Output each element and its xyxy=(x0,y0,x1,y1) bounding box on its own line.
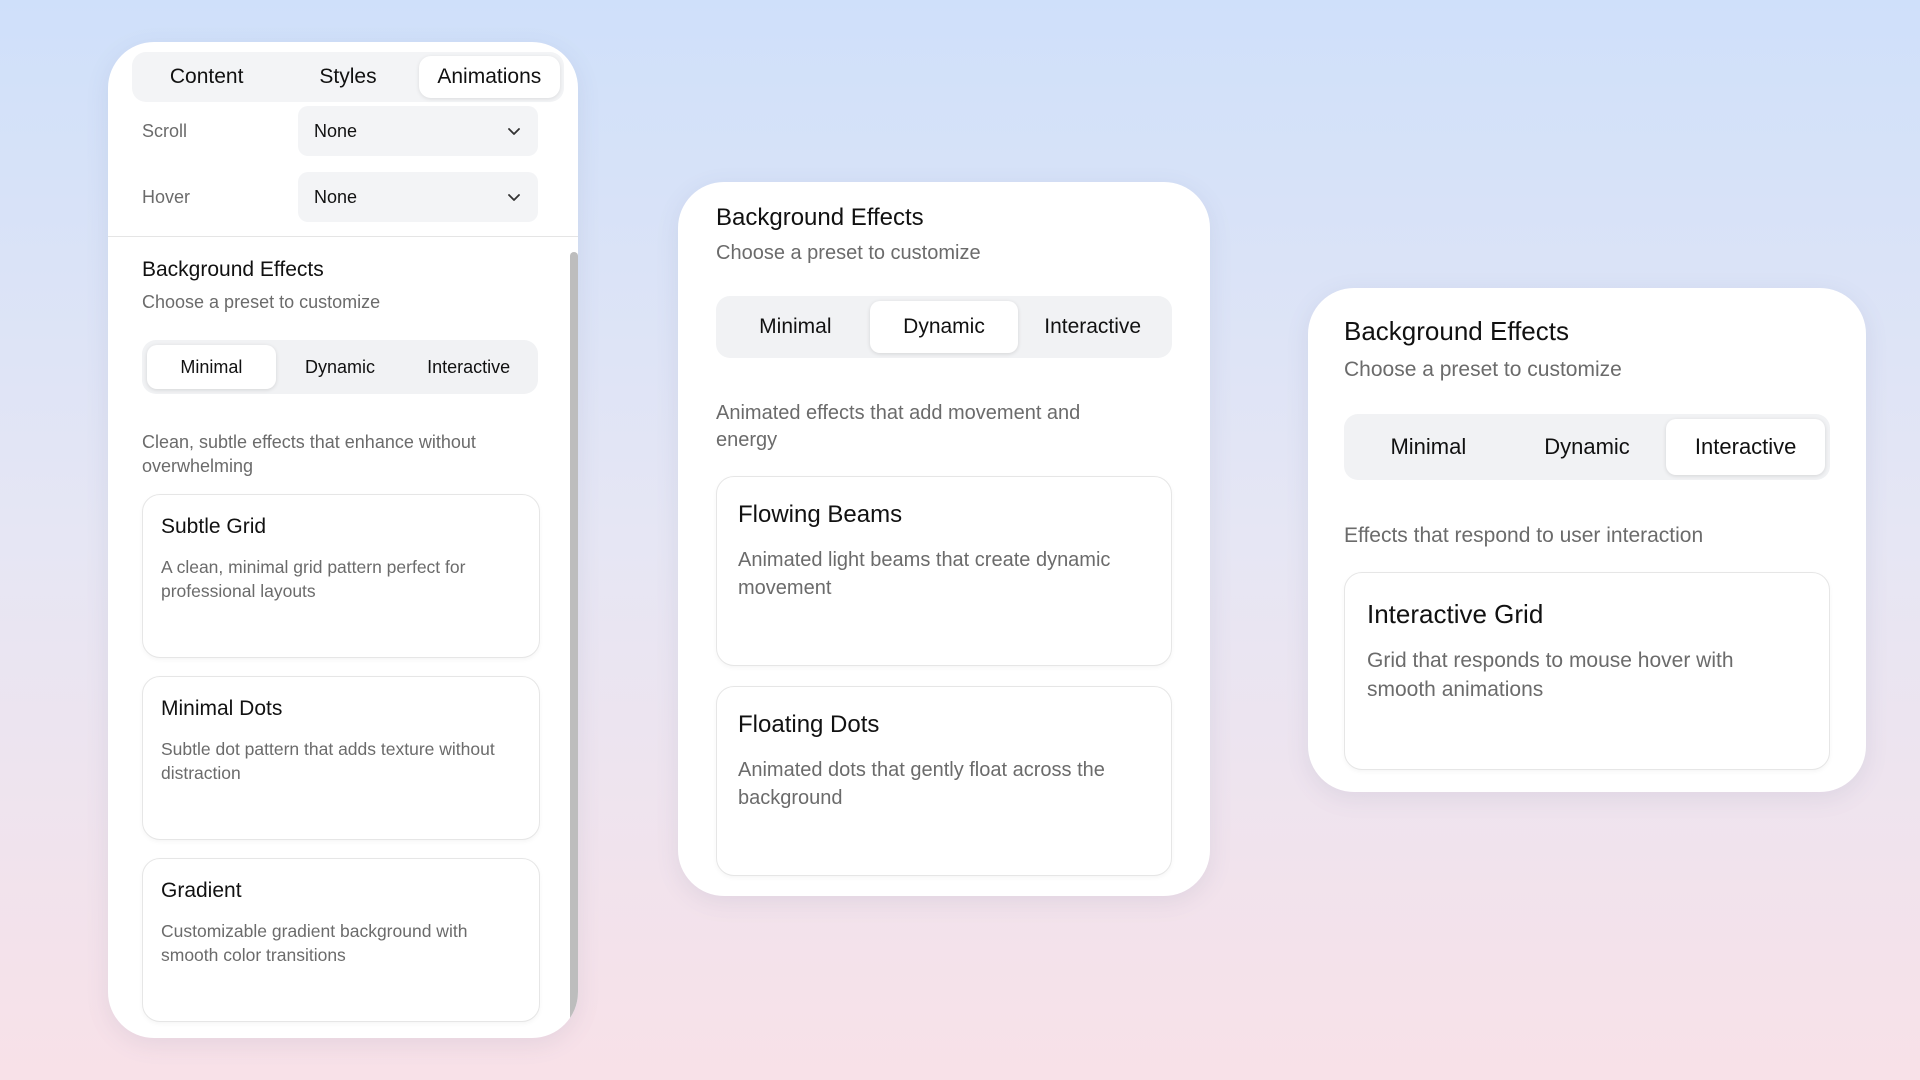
effect-card-interactive-grid[interactable]: Interactive Grid Grid that responds to m… xyxy=(1344,572,1830,770)
tab-animations[interactable]: Animations xyxy=(418,56,560,98)
segment-dynamic[interactable]: Dynamic xyxy=(276,345,405,389)
scroll-label: Scroll xyxy=(142,120,188,141)
section-subtitle: Choose a preset to customize xyxy=(716,242,981,264)
preset-description: Effects that respond to user interaction xyxy=(1344,524,1704,547)
background-effects-panel-interactive: Background Effects Choose a preset to cu… xyxy=(1308,288,1866,792)
section-title: Background Effects xyxy=(716,204,924,231)
card-title: Gradient xyxy=(161,879,242,902)
effect-card-subtle-grid[interactable]: Subtle Grid A clean, minimal grid patter… xyxy=(142,494,540,658)
preset-segmented-control: Minimal Dynamic Interactive xyxy=(716,296,1172,358)
card-description: Subtle dot pattern that adds texture wit… xyxy=(161,739,495,784)
hover-field: Hover None xyxy=(142,172,542,222)
card-description: Animated dots that gently float across t… xyxy=(738,759,1105,809)
section-title: Background Effects xyxy=(1344,316,1569,346)
card-title: Interactive Grid xyxy=(1367,599,1544,629)
chevron-down-icon xyxy=(508,128,520,135)
card-description: Animated light beams that create dynamic… xyxy=(738,549,1111,599)
segment-dynamic[interactable]: Dynamic xyxy=(1508,419,1667,475)
card-description: Customizable gradient background with sm… xyxy=(161,921,468,966)
panel-scroll-area: Scroll None Hover None Background Effect… xyxy=(108,106,578,1038)
tab-content[interactable]: Content xyxy=(136,56,277,98)
scrollbar[interactable] xyxy=(570,252,578,1038)
segment-minimal[interactable]: Minimal xyxy=(1349,419,1508,475)
effect-card-flowing-beams[interactable]: Flowing Beams Animated light beams that … xyxy=(716,476,1172,666)
scroll-field: Scroll None xyxy=(142,106,542,156)
card-description: A clean, minimal grid pattern perfect fo… xyxy=(161,557,466,602)
card-title: Subtle Grid xyxy=(161,515,267,538)
segment-interactive[interactable]: Interactive xyxy=(404,345,533,389)
settings-panel-animations: Content Styles Animations Scroll None Ho… xyxy=(108,42,578,1038)
card-description: Grid that responds to mouse hover with s… xyxy=(1367,649,1734,701)
scroll-select[interactable]: None xyxy=(298,106,538,156)
card-title: Minimal Dots xyxy=(161,697,283,720)
hover-select-value: None xyxy=(314,186,358,207)
section-subtitle: Choose a preset to customize xyxy=(142,292,381,312)
preset-segmented-control: Minimal Dynamic Interactive xyxy=(142,340,538,394)
segment-minimal[interactable]: Minimal xyxy=(147,345,276,389)
hover-select[interactable]: None xyxy=(298,172,538,222)
scroll-select-value: None xyxy=(314,120,358,141)
effect-card-floating-dots[interactable]: Floating Dots Animated dots that gently … xyxy=(716,686,1172,876)
effect-card-gradient[interactable]: Gradient Customizable gradient backgroun… xyxy=(142,858,540,1022)
tab-styles[interactable]: Styles xyxy=(277,56,418,98)
hover-label: Hover xyxy=(142,186,191,207)
preset-segmented-control: Minimal Dynamic Interactive xyxy=(1344,414,1830,480)
segment-dynamic[interactable]: Dynamic xyxy=(869,301,1019,353)
segment-interactive[interactable]: Interactive xyxy=(1666,419,1826,475)
effect-card-minimal-dots[interactable]: Minimal Dots Subtle dot pattern that add… xyxy=(142,676,540,840)
section-subtitle: Choose a preset to customize xyxy=(1344,358,1622,381)
segment-minimal[interactable]: Minimal xyxy=(721,301,870,353)
card-title: Flowing Beams xyxy=(738,501,903,528)
card-title: Floating Dots xyxy=(738,711,880,738)
chevron-down-icon xyxy=(508,194,520,201)
background-effects-panel-dynamic: Background Effects Choose a preset to cu… xyxy=(678,182,1210,896)
section-divider xyxy=(108,236,578,237)
top-tabs: Content Styles Animations xyxy=(132,52,564,102)
preset-description: Animated effects that add movement and e… xyxy=(716,402,1081,451)
segment-interactive[interactable]: Interactive xyxy=(1018,301,1167,353)
preset-description: Clean, subtle effects that enhance witho… xyxy=(142,432,476,477)
section-title: Background Effects xyxy=(142,258,324,281)
